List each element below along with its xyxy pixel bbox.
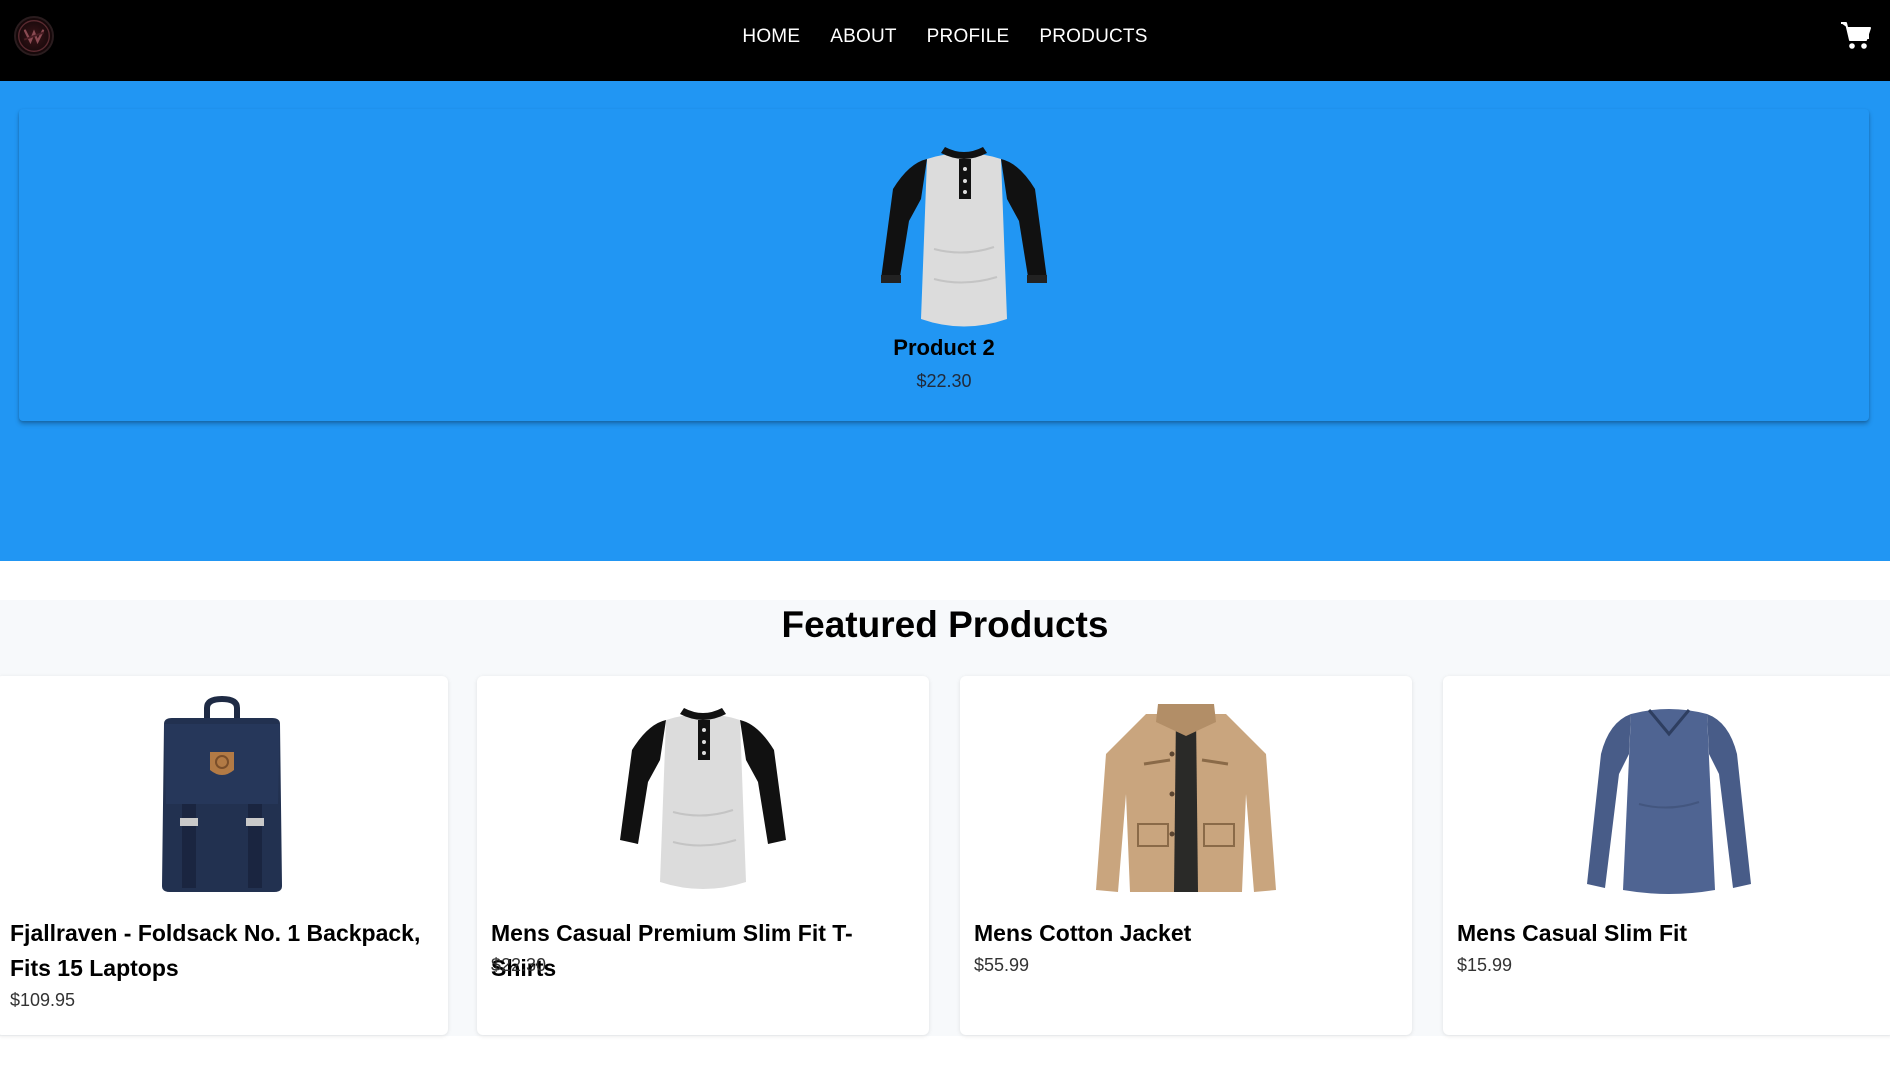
hero-product-card[interactable]: Product 2 $22.30 xyxy=(19,109,1869,421)
hero-product-price: $22.30 xyxy=(916,371,972,391)
blue-long-sleeve-shirt-image xyxy=(1443,694,1890,894)
nav-link-profile[interactable]: PROFILE xyxy=(927,26,1010,48)
khaki-jacket-image xyxy=(960,694,1412,894)
raglan-henley-tshirt-image xyxy=(477,694,929,894)
product-title[interactable]: Mens Casual Slim Fit xyxy=(1457,916,1877,951)
product-title[interactable]: Fjallraven - Foldsack No. 1 Backpack, Fi… xyxy=(10,916,430,986)
product-card[interactable]: Mens Cotton Jacket $55.99 xyxy=(960,676,1412,1035)
product-price: $22.30 xyxy=(491,955,547,975)
shopping-cart-icon[interactable] xyxy=(1840,19,1872,51)
main-nav: HOME ABOUT PROFILE PRODUCTS xyxy=(0,0,1890,74)
top-navbar: HOME ABOUT PROFILE PRODUCTS xyxy=(0,0,1890,81)
product-price: $15.99 xyxy=(1457,955,1513,975)
hero-banner: Product 2 $22.30 xyxy=(0,81,1890,561)
product-card[interactable]: Mens Casual Premium Slim Fit T-Shirts $2… xyxy=(477,676,929,1035)
product-title[interactable]: Mens Casual Premium Slim Fit T-Shirts xyxy=(491,916,911,986)
nav-link-products[interactable]: PRODUCTS xyxy=(1039,26,1147,48)
product-title[interactable]: Mens Cotton Jacket xyxy=(974,916,1394,951)
product-price: $55.99 xyxy=(974,955,1030,975)
product-card[interactable]: Mens Casual Slim Fit $15.99 xyxy=(1443,676,1890,1035)
nav-link-about[interactable]: ABOUT xyxy=(830,26,896,48)
raglan-henley-tshirt-image xyxy=(879,129,1049,332)
navy-backpack-image xyxy=(0,694,448,894)
featured-heading: Featured Products xyxy=(781,604,1109,645)
hero-product-title[interactable]: Product 2 xyxy=(19,335,1869,361)
product-card[interactable]: Fjallraven - Foldsack No. 1 Backpack, Fi… xyxy=(0,676,448,1035)
nav-link-home[interactable]: HOME xyxy=(742,26,800,48)
product-price: $109.95 xyxy=(10,990,76,1010)
